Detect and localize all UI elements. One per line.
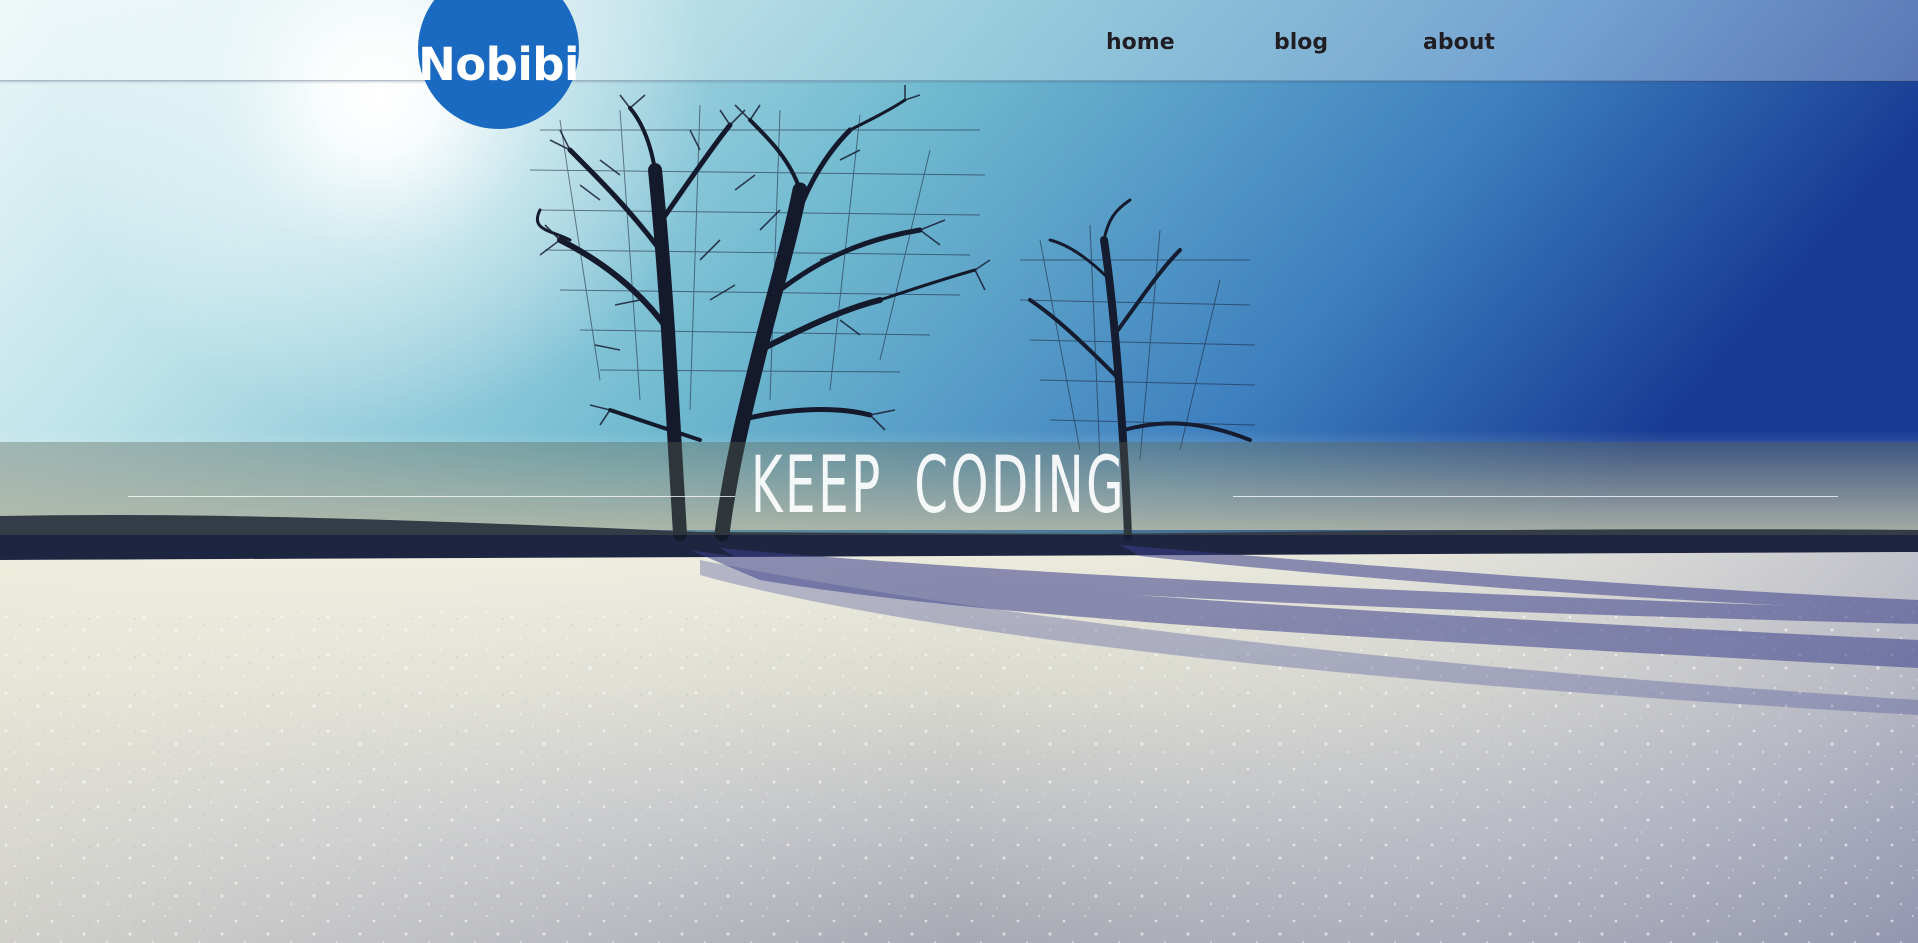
page: Nobibi home blog about KEEP CODING [0,0,1918,943]
logo-text: Nobibi [418,38,579,91]
nav-link-about[interactable]: about [1423,30,1495,55]
nav-link-home[interactable]: home [1106,30,1175,55]
nav-link-blog[interactable]: blog [1274,30,1328,55]
header-bar [0,0,1918,81]
hero-tagline: KEEP CODING [750,441,1127,531]
